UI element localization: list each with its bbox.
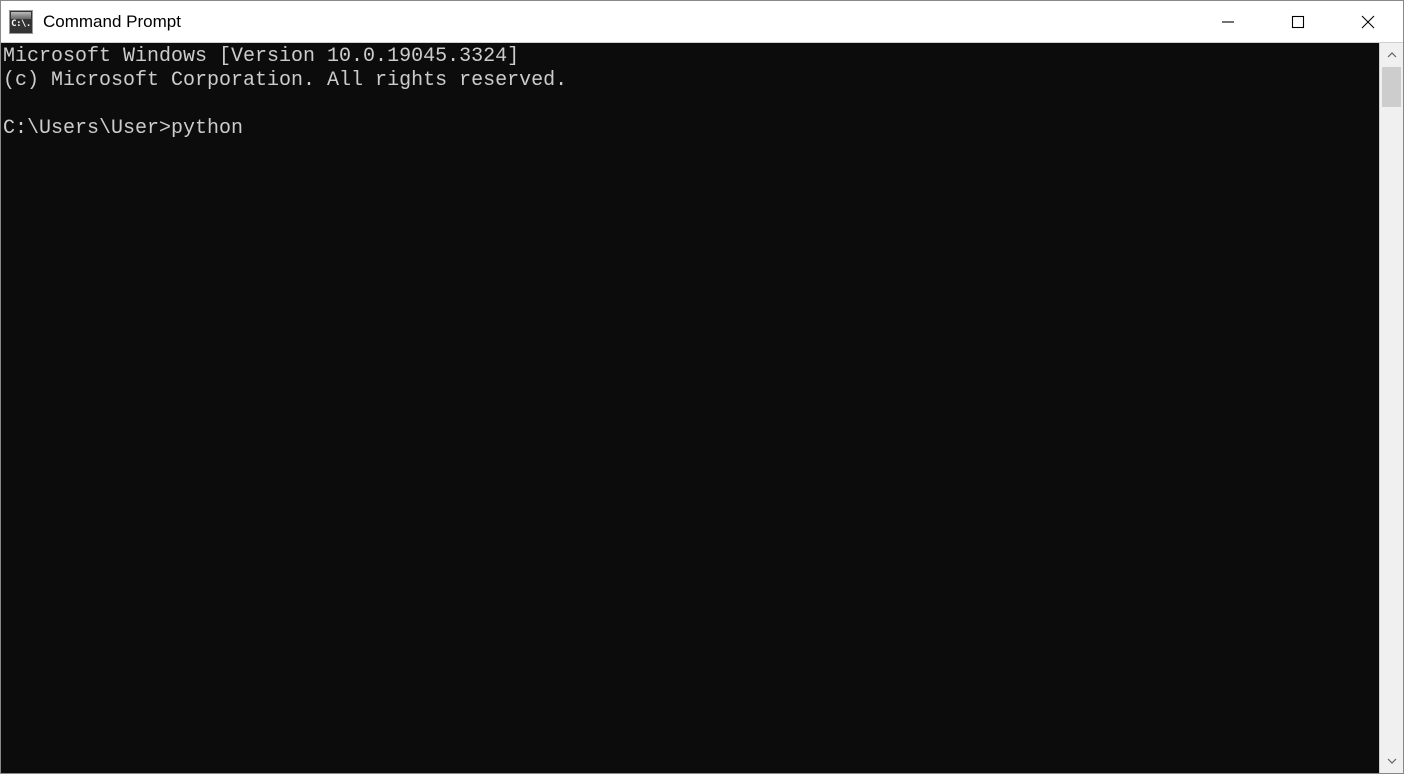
maximize-icon — [1291, 15, 1305, 29]
terminal-output[interactable]: Microsoft Windows [Version 10.0.19045.33… — [1, 43, 1379, 773]
terminal-area: Microsoft Windows [Version 10.0.19045.33… — [1, 43, 1403, 773]
close-button[interactable] — [1333, 1, 1403, 42]
maximize-button[interactable] — [1263, 1, 1333, 42]
version-line: Microsoft Windows [Version 10.0.19045.33… — [3, 45, 519, 68]
scroll-thumb[interactable] — [1382, 67, 1401, 107]
window-title: Command Prompt — [43, 12, 181, 32]
prompt-path: C:\Users\User> — [3, 117, 171, 140]
chevron-down-icon — [1387, 758, 1397, 764]
window-controls — [1193, 1, 1403, 42]
window-titlebar: C:\. Command Prompt — [1, 1, 1403, 43]
vertical-scrollbar[interactable] — [1379, 43, 1403, 773]
chevron-up-icon — [1387, 52, 1397, 58]
minimize-icon — [1221, 15, 1235, 29]
titlebar-left: C:\. Command Prompt — [1, 10, 181, 34]
minimize-button[interactable] — [1193, 1, 1263, 42]
copyright-line: (c) Microsoft Corporation. All rights re… — [3, 69, 567, 92]
typed-command[interactable]: python — [171, 117, 243, 140]
command-prompt-icon: C:\. — [9, 10, 33, 34]
app-icon-text: C:\. — [11, 19, 31, 29]
scroll-track[interactable] — [1380, 67, 1403, 749]
scroll-up-arrow[interactable] — [1380, 43, 1403, 67]
close-icon — [1360, 14, 1376, 30]
scroll-down-arrow[interactable] — [1380, 749, 1403, 773]
